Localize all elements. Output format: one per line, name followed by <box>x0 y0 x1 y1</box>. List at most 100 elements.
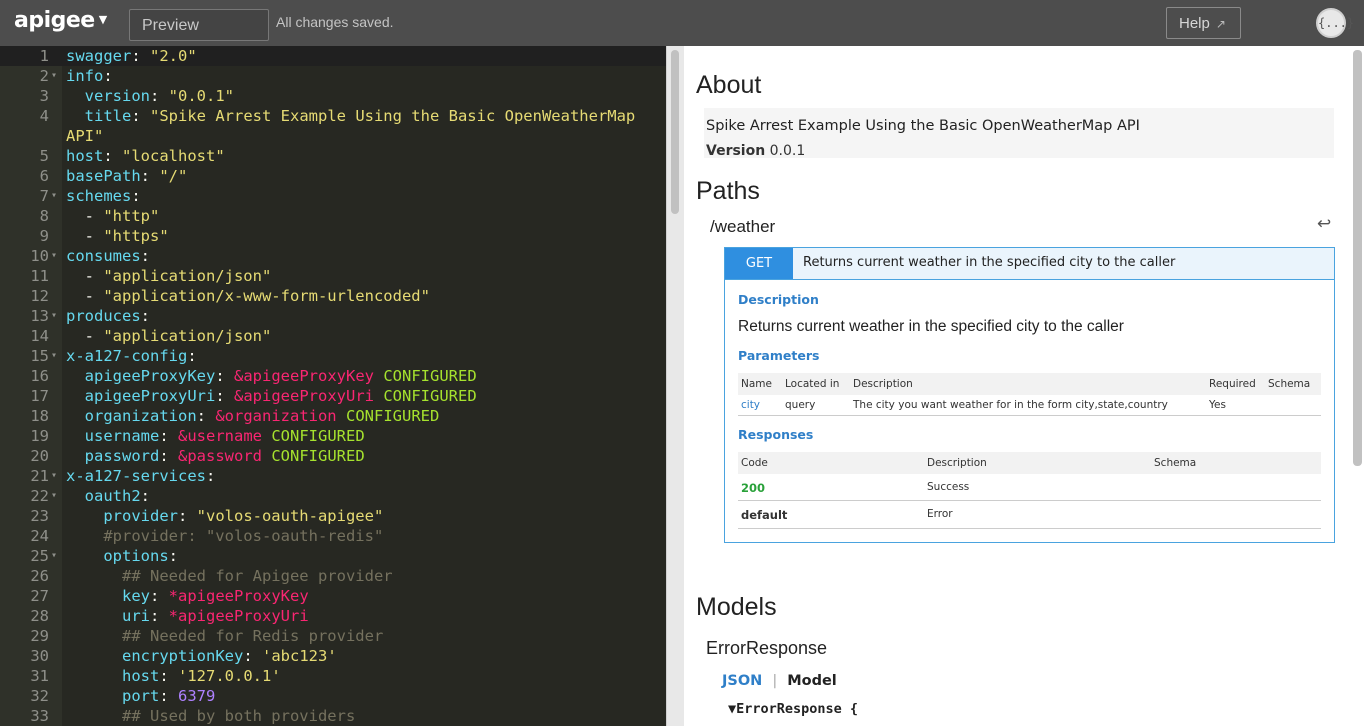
editor-line[interactable]: 5 host: "localhost" <box>0 146 666 166</box>
editor-line[interactable]: 2 ▾ info: <box>0 66 666 86</box>
code-text: produces: <box>66 306 150 326</box>
editor-line[interactable]: 6 basePath: "/" <box>0 166 666 186</box>
editor-line[interactable]: 4 title: "Spike Arrest Example Using the… <box>0 106 666 126</box>
editor-line[interactable]: 33 ## Used by both providers <box>0 706 666 726</box>
fold-toggle-icon[interactable]: ▾ <box>51 186 57 206</box>
editor-line[interactable]: 17 apigeeProxyUri: &apigeeProxyUri CONFI… <box>0 386 666 406</box>
external-link-icon: ↗ <box>1215 17 1226 31</box>
editor-line[interactable]: 24 #provider: "volos-oauth-redis" <box>0 526 666 546</box>
editor-line[interactable]: 14 - "application/json" <box>0 326 666 346</box>
param-col-located: Located in <box>785 378 840 390</box>
responses-table-header: Code Description Schema <box>738 452 1321 474</box>
preview-scrollbar-thumb[interactable] <box>1353 50 1362 466</box>
code-token: : <box>131 47 150 65</box>
model-tabs: JSON | Model <box>722 673 837 689</box>
user-avatar[interactable]: {...} <box>1316 8 1354 38</box>
editor-line[interactable]: 30 encryptionKey: 'abc123' <box>0 646 666 666</box>
line-number: 16 <box>30 367 49 385</box>
editor-line[interactable]: 15 ▾ x-a127-config: <box>0 346 666 366</box>
line-number: 17 <box>30 387 49 405</box>
code-token: 'abc123' <box>262 647 337 665</box>
editor-line[interactable]: 9 - "https" <box>0 226 666 246</box>
back-arrow-icon[interactable]: ↩ <box>1317 214 1331 234</box>
editor-line[interactable]: 21 ▾ x-a127-services: <box>0 466 666 486</box>
editor-line[interactable]: 29 ## Needed for Redis provider <box>0 626 666 646</box>
operation-header[interactable]: GET Returns current weather in the speci… <box>725 248 1334 280</box>
fold-toggle-icon[interactable]: ▾ <box>51 486 57 506</box>
editor-line[interactable]: 28 uri: *apigeeProxyUri <box>0 606 666 626</box>
fold-toggle-icon[interactable]: ▾ <box>51 246 57 266</box>
code-token: basePath <box>66 167 141 185</box>
logo-text: apigee <box>14 8 95 33</box>
code-text: consumes: <box>66 246 150 266</box>
editor-line[interactable]: 11 - "application/json" <box>0 266 666 286</box>
editor-line[interactable]: 26 ## Needed for Apigee provider <box>0 566 666 586</box>
editor-line[interactable]: 31 host: '127.0.0.1' <box>0 666 666 686</box>
tab-model[interactable]: Model <box>787 673 837 689</box>
editor-line[interactable]: 18 organization: &organization CONFIGURE… <box>0 406 666 426</box>
editor-line[interactable]: 3 version: "0.0.1" <box>0 86 666 106</box>
editor-line[interactable]: 22 ▾ oauth2: <box>0 486 666 506</box>
fold-toggle-icon[interactable]: ▾ <box>51 306 57 326</box>
editor-line[interactable]: 13 ▾ produces: <box>0 306 666 326</box>
apigee-logo-menu[interactable]: apigee ▼ <box>14 8 107 33</box>
paths-heading: Paths <box>696 177 760 205</box>
editor-line[interactable]: 20 password: &password CONFIGURED <box>0 446 666 466</box>
editor-line[interactable]: 32 port: 6379 <box>0 686 666 706</box>
line-number: 31 <box>30 667 49 685</box>
yaml-editor[interactable]: 1 swagger: "2.0" 2 ▾ info: 3 version: "0.0.1"… <box>0 46 666 726</box>
editor-line[interactable]: 16 apigeeProxyKey: &apigeeProxyKey CONFI… <box>0 366 666 386</box>
model-tree-toggle[interactable]: ▼ErrorResponse { <box>728 701 858 717</box>
editor-line[interactable]: 1 swagger: "2.0" <box>0 46 666 66</box>
line-number: 27 <box>30 587 49 605</box>
line-number: 28 <box>30 607 49 625</box>
line-number: 3 <box>39 87 49 105</box>
param-name-link[interactable]: city <box>741 399 760 411</box>
code-token: ## Needed for Apigee provider <box>122 567 393 585</box>
fold-toggle-icon[interactable]: ▾ <box>51 466 57 486</box>
preview-button[interactable]: Preview <box>129 9 269 41</box>
code-token: : <box>103 147 122 165</box>
pane-splitter[interactable] <box>666 46 684 726</box>
line-number: 29 <box>30 627 49 645</box>
editor-line[interactable]: API" <box>0 126 666 146</box>
editor-line[interactable]: 19 username: &username CONFIGURED <box>0 426 666 446</box>
code-text: basePath: "/" <box>66 166 187 186</box>
line-number: 7 <box>39 187 49 205</box>
fold-toggle-icon[interactable]: ▾ <box>51 546 57 566</box>
editor-line[interactable]: 10 ▾ consumes: <box>0 246 666 266</box>
fold-toggle-icon[interactable]: ▾ <box>51 66 57 86</box>
code-token: "https" <box>103 227 169 245</box>
code-token: "http" <box>103 207 160 225</box>
code-token: - <box>66 327 104 345</box>
editor-line[interactable]: 8 - "http" <box>0 206 666 226</box>
editor-line[interactable]: 25 ▾ options: <box>0 546 666 566</box>
operation-description: Returns current weather in the specified… <box>738 318 1124 335</box>
line-number: 21 <box>30 467 49 485</box>
editor-line[interactable]: 27 key: *apigeeProxyKey <box>0 586 666 606</box>
editor-line[interactable]: 12 - "application/x-www-form-urlencoded" <box>0 286 666 306</box>
line-number: 20 <box>30 447 49 465</box>
resp-col-code: Code <box>741 457 768 469</box>
line-number: 19 <box>30 427 49 445</box>
method-badge: GET <box>725 248 793 279</box>
fold-toggle-icon[interactable]: ▾ <box>51 346 57 366</box>
about-heading: About <box>696 71 762 99</box>
operation-panel: GET Returns current weather in the speci… <box>724 247 1335 543</box>
code-token: "volos-oauth-apigee" <box>196 507 384 525</box>
help-button[interactable]: Help ↗ <box>1166 7 1241 39</box>
editor-scrollbar-thumb[interactable] <box>671 50 679 214</box>
tab-json[interactable]: JSON <box>722 673 762 689</box>
editor-line[interactable]: 7 ▾ schemes: <box>0 186 666 206</box>
line-number: 5 <box>39 147 49 165</box>
editor-line[interactable]: 23 provider: "volos-oauth-apigee" <box>0 506 666 526</box>
